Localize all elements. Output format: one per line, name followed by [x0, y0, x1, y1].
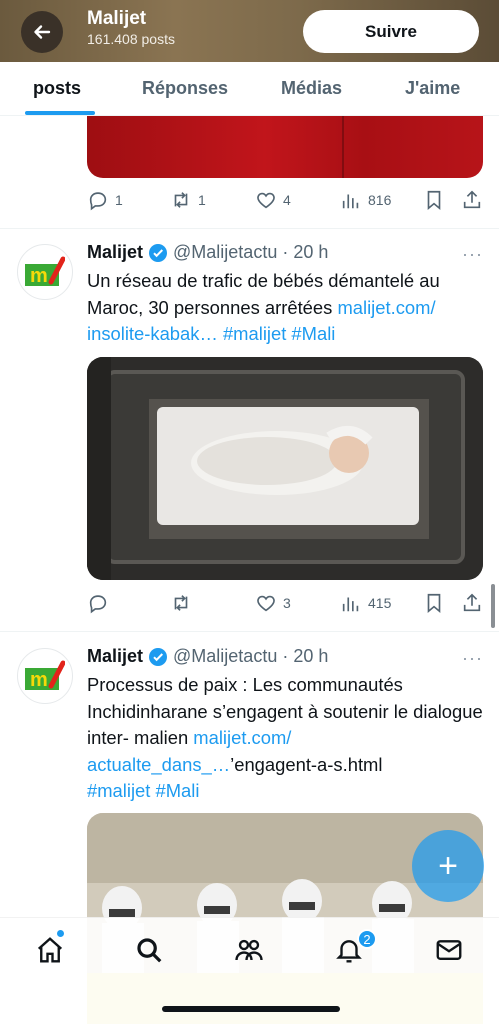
post-time: · 20 h — [282, 646, 329, 666]
search-icon — [137, 938, 162, 963]
follow-button[interactable]: Suivre — [303, 10, 479, 53]
share-icon — [463, 190, 481, 209]
reply-count: 1 — [115, 192, 123, 208]
svg-text:m: m — [30, 265, 48, 287]
view-count: 415 — [368, 595, 392, 611]
arrow-left-icon — [34, 25, 51, 39]
share-button[interactable] — [461, 592, 483, 614]
repost-icon — [174, 595, 188, 611]
like-count: 3 — [283, 595, 291, 611]
nav-messages[interactable] — [433, 934, 465, 966]
avatar[interactable]: m — [17, 648, 73, 704]
post-divider — [0, 631, 499, 632]
tab-media[interactable]: Médias — [281, 78, 342, 99]
home-indicator[interactable] — [162, 1006, 340, 1012]
nav-search[interactable] — [133, 934, 165, 966]
verified-badge-icon — [149, 243, 168, 262]
heart-icon — [257, 192, 275, 209]
compose-post-button[interactable]: + — [412, 830, 484, 902]
profile-header: Malijet 161.408 posts Suivre — [0, 0, 499, 62]
active-tab-indicator — [25, 111, 95, 115]
bookmark-icon — [427, 190, 441, 211]
new-content-dot — [57, 930, 64, 937]
reply-icon — [89, 192, 107, 211]
svg-text:m: m — [30, 669, 48, 691]
heart-icon — [257, 595, 275, 612]
profile-page: Malijet 161.408 posts Suivre posts Répon… — [0, 0, 499, 1024]
bookmark-button[interactable] — [423, 189, 445, 211]
malijet-logo: m — [25, 256, 65, 287]
like-button[interactable]: 4 — [255, 189, 291, 211]
post-body-cont: ’engagent-a-s.html — [230, 753, 383, 775]
baby-incubator-image — [87, 357, 483, 580]
tab-replies[interactable]: Réponses — [142, 78, 228, 99]
tab-posts[interactable]: posts — [33, 78, 81, 99]
post-hashtags[interactable]: #malijet #Mali — [218, 323, 335, 344]
nav-home[interactable] — [34, 934, 66, 966]
author-handle[interactable]: @Malijetactu — [173, 242, 277, 263]
reply-icon — [89, 595, 107, 614]
profile-tabs: posts Réponses Médias J'aime — [0, 62, 499, 116]
repost-button[interactable] — [170, 592, 198, 614]
more-options-icon[interactable]: ··· — [462, 648, 483, 669]
like-count: 4 — [283, 192, 291, 208]
post-actions: 3 415 — [87, 592, 483, 616]
post-divider — [0, 228, 499, 229]
verified-badge-icon — [149, 647, 168, 666]
author-name[interactable]: Malijet — [87, 646, 143, 667]
author-name[interactable]: Malijet — [87, 242, 143, 263]
post-author: Malijet @Malijetactu · 20 h — [87, 646, 328, 667]
views-button[interactable]: 415 — [340, 592, 391, 614]
back-button[interactable] — [21, 11, 63, 53]
profile-name: Malijet — [87, 8, 147, 29]
reply-button[interactable] — [87, 592, 115, 614]
post-count: 161.408 posts — [87, 31, 175, 47]
views-chart-icon — [342, 597, 359, 612]
share-button[interactable] — [461, 189, 483, 211]
post-text: Processus de paix : Les communautés Inch… — [87, 672, 485, 805]
nav-communities[interactable] — [233, 934, 265, 966]
post-author: Malijet @Malijetactu · 20 h — [87, 242, 328, 263]
scroll-indicator[interactable] — [491, 584, 495, 628]
more-options-icon[interactable]: ··· — [462, 244, 483, 265]
post-actions: 1 1 4 816 — [87, 189, 483, 213]
repost-icon — [174, 192, 188, 208]
mail-icon — [436, 940, 462, 960]
share-icon — [463, 593, 481, 612]
reply-button[interactable]: 1 — [87, 189, 123, 211]
avatar[interactable]: m — [17, 244, 73, 300]
like-button[interactable]: 3 — [255, 592, 291, 614]
author-handle[interactable]: @Malijetactu — [173, 646, 277, 667]
post-media-image[interactable] — [87, 357, 483, 580]
repost-count: 1 — [198, 192, 206, 208]
repost-button[interactable]: 1 — [170, 189, 206, 211]
views-chart-icon — [342, 194, 359, 209]
views-button[interactable]: 816 — [340, 189, 391, 211]
post-media-image[interactable] — [87, 116, 483, 178]
post-text: Un réseau de trafic de bébés démantelé a… — [87, 268, 485, 348]
home-icon — [37, 937, 63, 963]
bookmark-button[interactable] — [423, 592, 445, 614]
post-hashtags[interactable]: #malijet #Mali — [87, 780, 199, 801]
malijet-logo: m — [25, 660, 65, 691]
bookmark-icon — [427, 593, 441, 614]
plus-icon: + — [438, 847, 458, 885]
post-time: · 20 h — [282, 242, 329, 262]
tab-likes[interactable]: J'aime — [405, 78, 460, 99]
communities-icon — [235, 939, 263, 961]
notification-badge: 2 — [357, 929, 377, 949]
view-count: 816 — [368, 192, 392, 208]
